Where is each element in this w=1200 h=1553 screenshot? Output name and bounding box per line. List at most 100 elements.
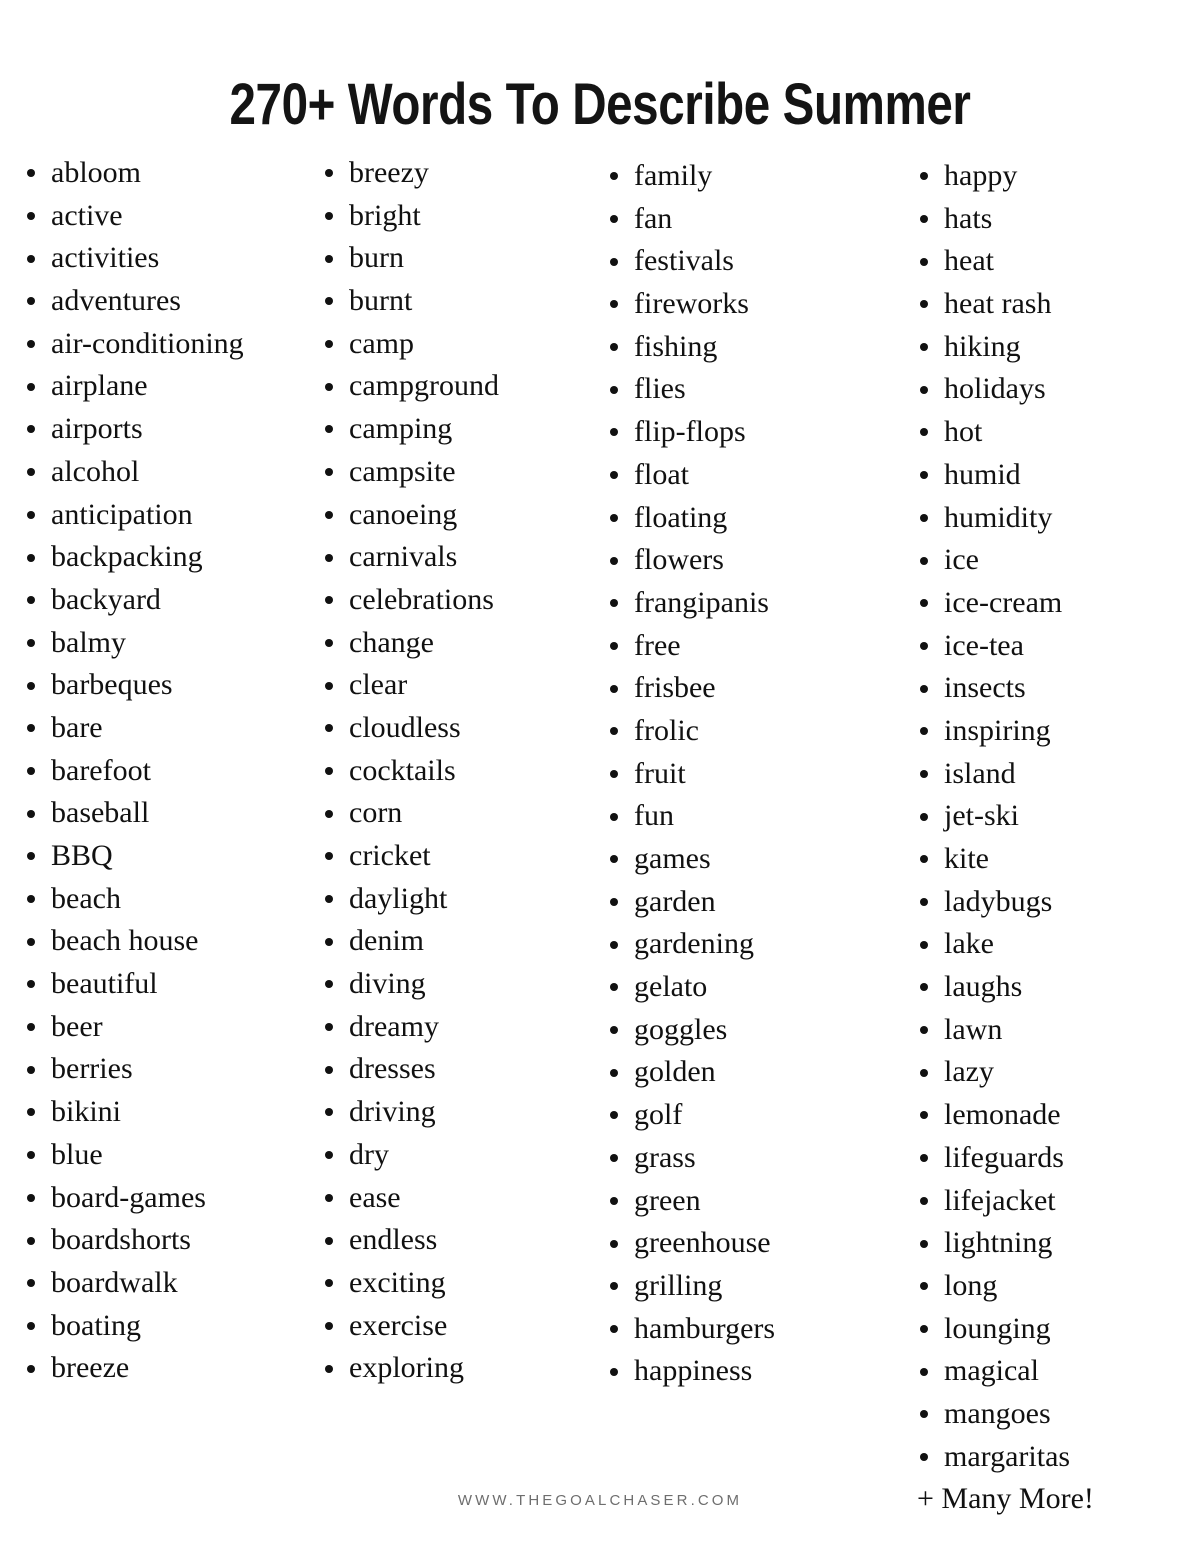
- word-list-item: adventures: [10, 280, 310, 323]
- word-list-2: breezy bright burn burnt camp campground campi…: [308, 152, 598, 1390]
- word-list-item: flip-flops: [593, 411, 893, 454]
- word-list-item: beautiful: [10, 963, 310, 1006]
- word-list-item: lake: [903, 923, 1200, 966]
- word-list-item: magical: [903, 1350, 1200, 1393]
- word-column-4: happy hats heat heat rash hiking holidays hot h…: [903, 152, 1200, 1521]
- word-list-item: lawn: [903, 1009, 1200, 1052]
- word-list-item: activities: [10, 237, 310, 280]
- word-list-item: ice-tea: [903, 625, 1200, 668]
- word-list-item: dry: [308, 1134, 598, 1177]
- word-list-item: golden: [593, 1051, 893, 1094]
- word-list-item: flies: [593, 368, 893, 411]
- word-list-item: celebrations: [308, 579, 598, 622]
- word-list-item: grass: [593, 1137, 893, 1180]
- word-list-item: green: [593, 1180, 893, 1223]
- word-list-item: ease: [308, 1177, 598, 1220]
- word-list-item: fireworks: [593, 283, 893, 326]
- word-list-item: laughs: [903, 966, 1200, 1009]
- word-list-item: beach: [10, 878, 310, 921]
- word-list-item: boardwalk: [10, 1262, 310, 1305]
- word-list-item: exercise: [308, 1305, 598, 1348]
- word-list-1: abloom active activities adventures air-cond…: [10, 152, 310, 1390]
- word-list-item: lazy: [903, 1051, 1200, 1094]
- word-list-item: barbeques: [10, 664, 310, 707]
- word-list-item: games: [593, 838, 893, 881]
- site-url-footer: WWW.THEGOALCHASER.COM: [457, 1492, 743, 1509]
- word-list-item: hot: [903, 411, 1200, 454]
- word-list-item: dreamy: [308, 1006, 598, 1049]
- word-list-item: lounging: [903, 1308, 1200, 1351]
- word-list-item: gardening: [593, 923, 893, 966]
- word-list-item: alcohol: [10, 451, 310, 494]
- word-list-item: dresses: [308, 1048, 598, 1091]
- word-list-item: cloudless: [308, 707, 598, 750]
- word-list-3: family fan festivals fireworks fishing flies f…: [593, 152, 893, 1393]
- word-list-item: abloom: [10, 152, 310, 195]
- word-list-item: anticipation: [10, 494, 310, 537]
- word-list-item: hamburgers: [593, 1308, 893, 1351]
- word-list-item: backyard: [10, 579, 310, 622]
- word-list-item: fun: [593, 795, 893, 838]
- word-list-item: beer: [10, 1006, 310, 1049]
- word-list-item: canoeing: [308, 494, 598, 537]
- word-list-item: heat: [903, 240, 1200, 283]
- word-list-item: lightning: [903, 1222, 1200, 1265]
- word-list-item: lifejacket: [903, 1180, 1200, 1223]
- word-list-item: family: [593, 155, 893, 198]
- word-list-item: frisbee: [593, 667, 893, 710]
- word-list-item: goggles: [593, 1009, 893, 1052]
- word-list-item: barefoot: [10, 750, 310, 793]
- word-list-4: happy hats heat heat rash hiking holidays hot h…: [903, 152, 1200, 1478]
- word-column-2: breezy bright burn burnt camp campground campi…: [308, 152, 598, 1390]
- word-list-item: bikini: [10, 1091, 310, 1134]
- word-list-item: mangoes: [903, 1393, 1200, 1436]
- word-list-item: cocktails: [308, 750, 598, 793]
- word-list-item: campground: [308, 365, 598, 408]
- word-list-item: hiking: [903, 326, 1200, 369]
- word-list-item: frolic: [593, 710, 893, 753]
- word-list-item: humid: [903, 454, 1200, 497]
- word-list-item: float: [593, 454, 893, 497]
- word-list-item: kite: [903, 838, 1200, 881]
- word-list-item: driving: [308, 1091, 598, 1134]
- word-column-1: abloom active activities adventures air-cond…: [10, 152, 310, 1390]
- word-list-item: burn: [308, 237, 598, 280]
- word-list-item: hats: [903, 198, 1200, 241]
- word-list-item: frangipanis: [593, 582, 893, 625]
- word-list-item: corn: [308, 792, 598, 835]
- word-list-item: burnt: [308, 280, 598, 323]
- word-list-item: denim: [308, 920, 598, 963]
- word-list-item: bright: [308, 195, 598, 238]
- word-list-item: clear: [308, 664, 598, 707]
- word-list-item: lemonade: [903, 1094, 1200, 1137]
- word-list-item: greenhouse: [593, 1222, 893, 1265]
- word-list-item: island: [903, 753, 1200, 796]
- word-list-item: heat rash: [903, 283, 1200, 326]
- word-list-item: active: [10, 195, 310, 238]
- word-list-item: beach house: [10, 920, 310, 963]
- word-list-item: camp: [308, 323, 598, 366]
- word-list-item: endless: [308, 1219, 598, 1262]
- word-list-item: ice: [903, 539, 1200, 582]
- word-list-item: fishing: [593, 326, 893, 369]
- word-list-item: festivals: [593, 240, 893, 283]
- word-list-item: cricket: [308, 835, 598, 878]
- word-list-item: inspiring: [903, 710, 1200, 753]
- word-list-item: blue: [10, 1134, 310, 1177]
- word-list-item: fruit: [593, 753, 893, 796]
- word-list-item: free: [593, 625, 893, 668]
- word-list-item: camping: [308, 408, 598, 451]
- word-list-item: humidity: [903, 497, 1200, 540]
- word-list-item: long: [903, 1265, 1200, 1308]
- word-list-item: holidays: [903, 368, 1200, 411]
- word-list-item: campsite: [308, 451, 598, 494]
- word-list-item: floating: [593, 497, 893, 540]
- word-list-item: ice-cream: [903, 582, 1200, 625]
- word-list-item: garden: [593, 881, 893, 924]
- word-list-item: baseball: [10, 792, 310, 835]
- word-list-item: gelato: [593, 966, 893, 1009]
- word-list-item: carnivals: [308, 536, 598, 579]
- word-list-columns: abloom active activities adventures air-cond…: [0, 152, 1200, 1515]
- word-list-item: BBQ: [10, 835, 310, 878]
- word-list-item: balmy: [10, 622, 310, 665]
